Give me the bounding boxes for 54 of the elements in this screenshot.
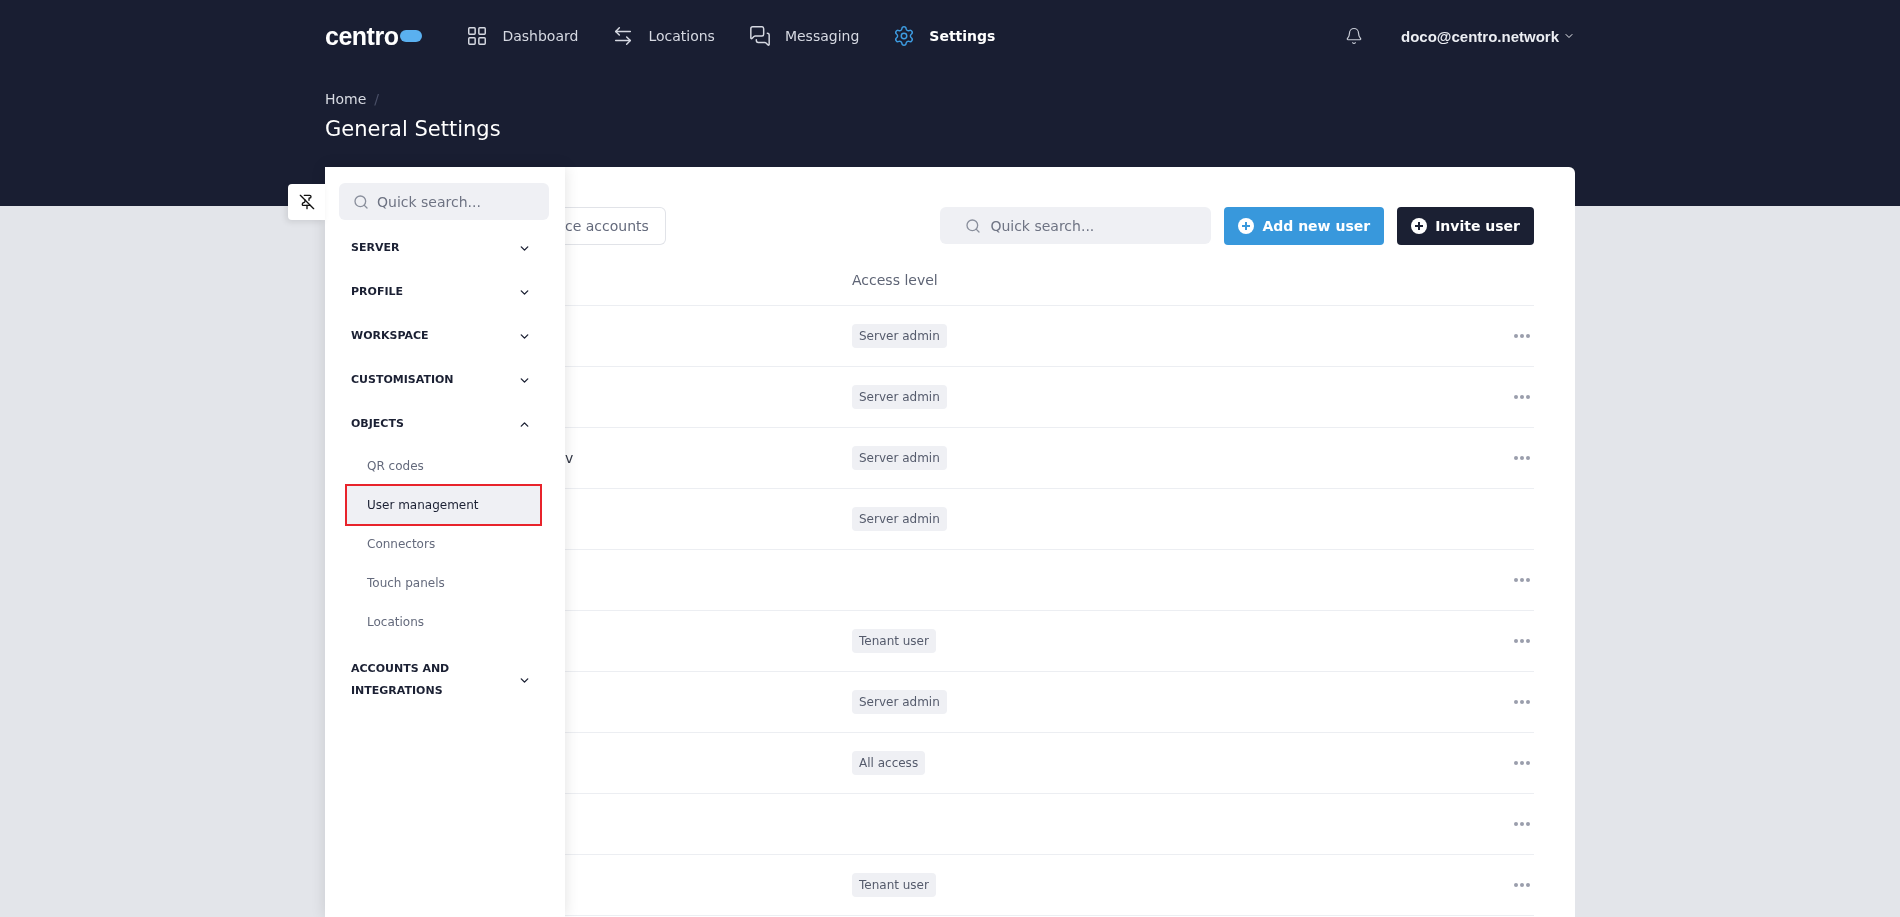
more-icon (1514, 761, 1530, 765)
more-icon (1514, 822, 1530, 826)
gear-icon (893, 25, 916, 47)
sidebar-item[interactable]: QR codes (347, 447, 540, 485)
search-icon (353, 194, 369, 210)
table-cell: v (565, 450, 574, 466)
breadcrumb-link[interactable]: Home (325, 91, 367, 107)
chat-bubbles-icon (748, 25, 771, 47)
access-badge: Tenant user (852, 629, 936, 653)
section-header[interactable]: ACCOUNTS AND INTEGRATIONS (339, 658, 549, 702)
access-badge: Server admin (852, 690, 947, 714)
plus-circle-icon (1411, 217, 1428, 234)
plus-circle-icon (1238, 217, 1255, 234)
page-title: General Settings (325, 117, 502, 141)
bell-icon[interactable] (1345, 27, 1363, 45)
logo-pill-icon (400, 30, 423, 42)
nav-link[interactable]: Messaging (748, 25, 860, 47)
more-icon (1514, 395, 1530, 399)
breadcrumb-separator: / (374, 91, 380, 107)
section-header[interactable]: PROFILE (339, 270, 549, 314)
action-button[interactable]: Invite user (1397, 206, 1534, 245)
section-header[interactable]: OBJECTS (339, 402, 549, 446)
access-badge: Server admin (852, 324, 947, 348)
section-header[interactable]: WORKSPACE (339, 314, 549, 358)
sidebar-item[interactable]: User management (347, 486, 540, 524)
more-icon (1514, 578, 1530, 582)
access-badge: Server admin (852, 385, 947, 409)
tab-button[interactable]: ce accounts (565, 206, 666, 245)
more-icon (1514, 456, 1530, 460)
user-menu[interactable]: doco@centro.network (1401, 27, 1575, 45)
more-icon (1514, 883, 1530, 887)
access-badge: Server admin (852, 507, 947, 531)
access-badge: Server admin (852, 446, 947, 470)
nav-link[interactable]: Settings (893, 25, 996, 47)
access-badge: Tenant user (852, 873, 936, 897)
logo-text: centro (325, 21, 399, 51)
sidebar-search-field[interactable]: Quick search... (339, 183, 549, 220)
nav-link[interactable]: Dashboard (466, 25, 579, 47)
more-icon (1514, 639, 1530, 643)
pin-off-icon (298, 194, 315, 210)
sidebar-item[interactable]: Connectors (347, 525, 540, 563)
column-header: Access level (852, 272, 939, 288)
sidebar-item[interactable]: Locations (347, 603, 540, 641)
search-field[interactable]: Quick search... (940, 207, 1212, 244)
sidebar-item[interactable]: Touch panels (347, 564, 540, 602)
grid-icon (466, 25, 489, 47)
section-header[interactable]: SERVER (339, 226, 549, 270)
nav-link[interactable]: Locations (612, 25, 715, 47)
more-icon (1514, 700, 1530, 704)
more-icon (1514, 334, 1530, 338)
access-badge: All access (852, 751, 926, 775)
unpin-button[interactable] (288, 184, 325, 220)
search-icon (965, 218, 982, 234)
section-header[interactable]: CUSTOMISATION (339, 358, 549, 402)
